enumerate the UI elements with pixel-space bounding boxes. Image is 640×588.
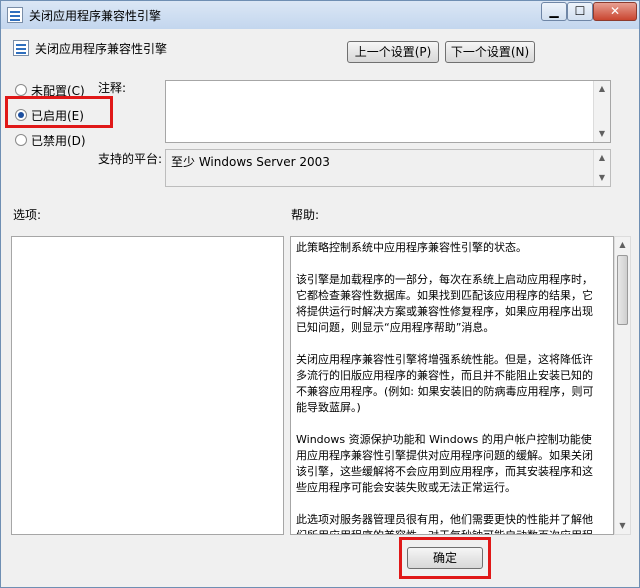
previous-setting-button[interactable]: 上一个设置(P) [347,41,439,63]
help-paragraph: 该引擎是加载程序的一部分，每次在系统上启动应用程序时，它都检查兼容性数据库。如果… [296,273,593,334]
options-pane [11,236,284,535]
scroll-down-icon[interactable]: ▼ [594,170,610,186]
next-setting-button[interactable]: 下一个设置(N) [445,41,535,63]
minimize-icon: ▁ [549,4,559,18]
supported-platform-value: 至少 Windows Server 2003 [171,155,330,169]
minimize-button[interactable]: ▁ [541,2,567,21]
window-title: 关闭应用程序兼容性引擎 [29,9,162,23]
platform-scrollbar[interactable]: ▲ ▼ [593,150,610,186]
maximize-button[interactable]: ☐ [567,2,593,21]
help-text: 此策略控制系统中应用程序兼容性引擎的状态。 该引擎是加载程序的一部分，每次在系统… [296,240,600,534]
policy-setting-icon [13,40,29,56]
help-paragraph: 此选项对服务器管理员很有用，他们需要更快的性能并了解他们所用应用程序的兼容性。对… [296,513,593,534]
comment-label: 注释: [98,81,127,95]
maximize-icon: ☐ [574,4,586,18]
scroll-up-icon[interactable]: ▲ [615,237,630,253]
help-scrollbar-thumb[interactable] [617,255,628,325]
comment-field[interactable]: ▲ ▼ [165,80,611,143]
options-label: 选项: [13,208,42,222]
scroll-up-icon[interactable]: ▲ [594,150,610,166]
help-scrollbar[interactable]: ▲ ▼ [614,236,631,535]
scroll-up-icon[interactable]: ▲ [594,81,610,97]
radio-disabled-circle[interactable] [15,134,27,146]
scroll-down-icon[interactable]: ▼ [594,126,610,142]
title-bar[interactable]: 关闭应用程序兼容性引擎 ▁ ☐ ✕ [1,1,639,29]
policy-name: 关闭应用程序兼容性引擎 [35,42,168,56]
ok-highlight-annotation [399,537,491,579]
help-paragraph: 此策略控制系统中应用程序兼容性引擎的状态。 [296,241,527,254]
close-icon: ✕ [609,4,621,18]
close-button[interactable]: ✕ [593,2,637,21]
enabled-highlight-annotation [5,96,113,128]
help-paragraph: Windows 资源保护功能和 Windows 的用户帐户控制功能使用应用程序兼… [296,433,593,494]
scroll-down-icon[interactable]: ▼ [615,518,630,534]
dialog-content: 关闭应用程序兼容性引擎 上一个设置(P) 下一个设置(N) 未配置(C) 已启用… [1,29,639,587]
help-paragraph: 关闭应用程序兼容性引擎将增强系统性能。但是，这将降低许多流行的旧版应用程序的兼容… [296,353,594,414]
help-pane[interactable]: 此策略控制系统中应用程序兼容性引擎的状态。 该引擎是加载程序的一部分，每次在系统… [290,236,614,535]
supported-platform-label: 支持的平台: [98,152,163,166]
radio-disabled-label[interactable]: 已禁用(D) [31,132,86,149]
radio-not-configured-circle[interactable] [15,84,27,96]
help-label: 帮助: [291,208,320,222]
policy-setting-icon [7,7,23,23]
supported-platform-field: 至少 Windows Server 2003 ▲ ▼ [165,149,611,187]
policy-dialog-window: 关闭应用程序兼容性引擎 ▁ ☐ ✕ 关闭应用程序兼容性引擎 上一个设置(P) 下… [0,0,640,588]
comment-scrollbar[interactable]: ▲ ▼ [593,81,610,142]
